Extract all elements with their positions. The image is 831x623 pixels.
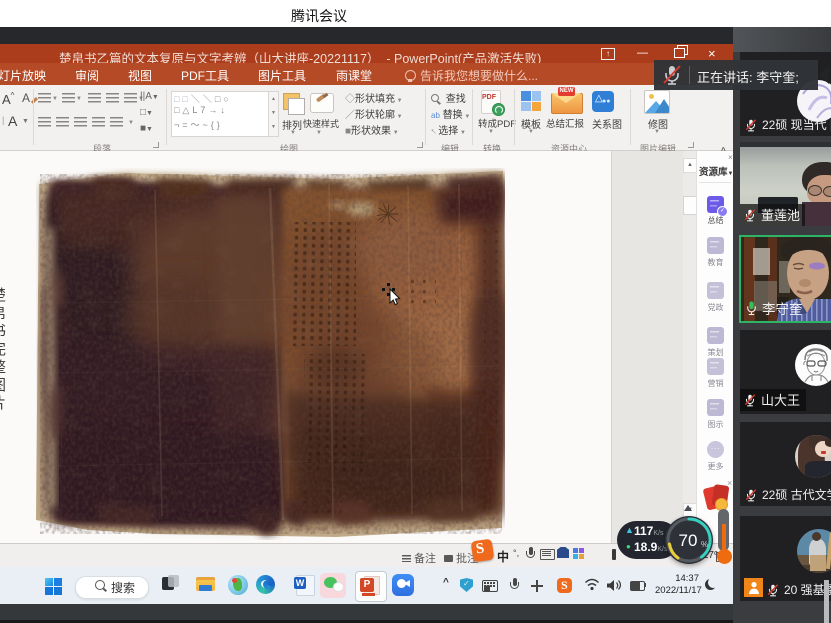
svg-text:%: % xyxy=(701,540,708,549)
svg-text:70: 70 xyxy=(679,531,698,550)
